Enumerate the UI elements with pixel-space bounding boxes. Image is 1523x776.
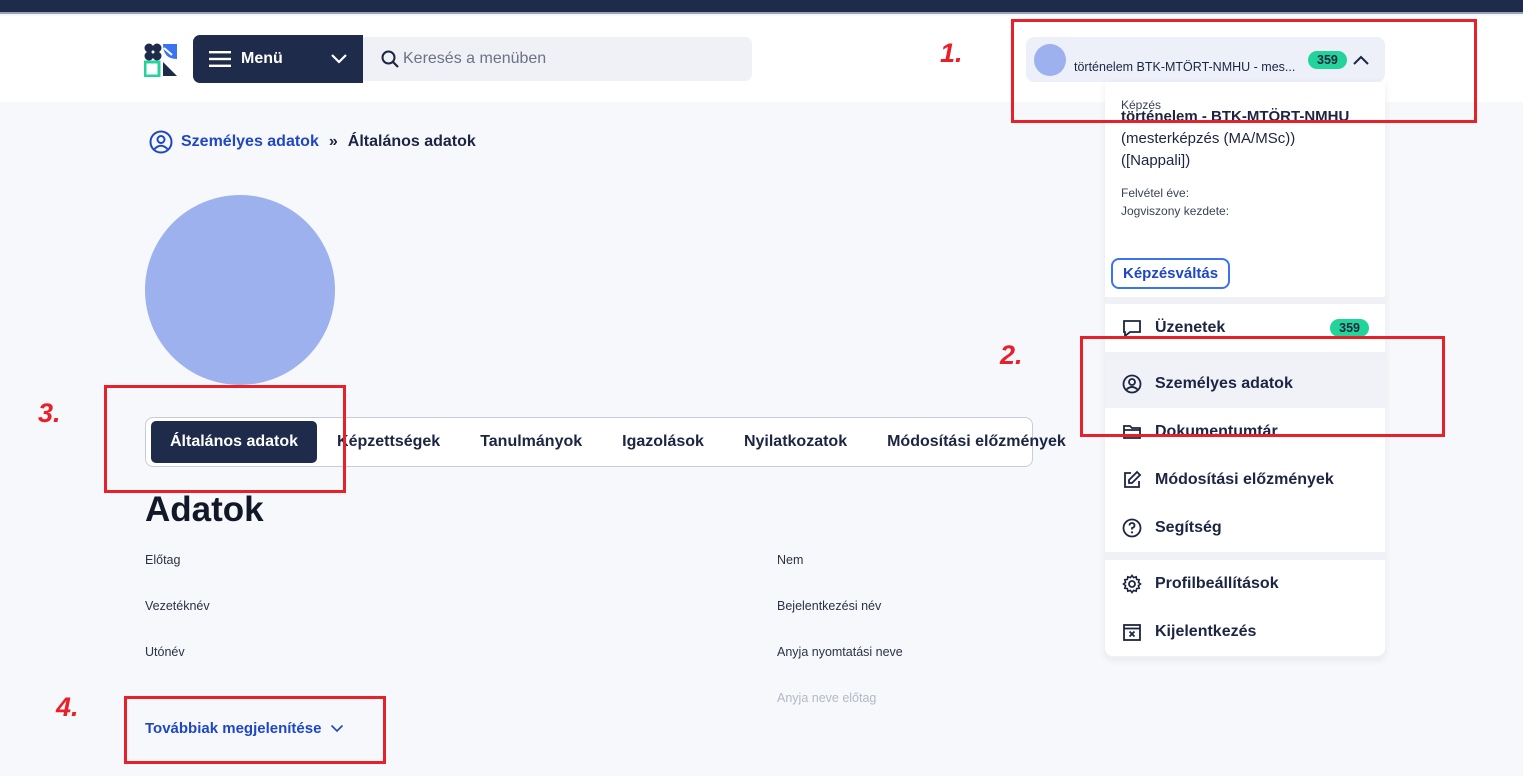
gear-icon: [1121, 573, 1143, 595]
annotation-number-3: 3.: [38, 398, 61, 428]
program-switch-button[interactable]: Képzésváltás: [1111, 258, 1231, 289]
logout-icon: [1121, 621, 1143, 643]
app-logo-icon[interactable]: [144, 43, 178, 77]
annotation-number-1: 1.: [940, 38, 963, 68]
annotation-box-1: [1011, 19, 1477, 123]
dropdown-item-label: Profilbeállítások: [1155, 575, 1279, 592]
edit-icon: [1121, 469, 1143, 491]
field-label-mother-print-name: Anyja nyomtatási neve: [777, 645, 903, 659]
tab-certificates[interactable]: Igazolások: [602, 421, 724, 463]
dropdown-item-label: Módosítási előzmények: [1155, 471, 1334, 488]
dropdown-item-label: Segítség: [1155, 519, 1222, 536]
dropdown-item-label: Üzenetek: [1155, 319, 1226, 336]
field-label-gender: Nem: [777, 553, 804, 567]
breadcrumb-current: Általános adatok: [347, 133, 476, 150]
user-circle-icon: [149, 130, 173, 154]
annotation-box-3: [104, 385, 346, 493]
section-title: Adatok: [145, 490, 264, 529]
dropdown-item-logout[interactable]: Kijelentkezés: [1105, 608, 1385, 656]
tab-change-history[interactable]: Módosítási előzmények: [867, 421, 1086, 463]
chevron-down-icon: [331, 54, 347, 64]
menu-button[interactable]: Menü: [193, 35, 363, 83]
field-label-prefix: Előtag: [145, 553, 181, 567]
hamburger-icon: [209, 51, 231, 67]
field-label-login-name: Bejelentkezési név: [777, 599, 882, 613]
profile-avatar: [145, 195, 335, 385]
window-top-strip: [0, 0, 1523, 14]
admission-year-label: Felvétel éve:: [1121, 186, 1190, 200]
tab-declarations[interactable]: Nyilatkozatok: [724, 421, 867, 463]
breadcrumb-separator: »: [328, 133, 338, 150]
search-icon: [381, 50, 399, 68]
menu-search: [363, 37, 752, 81]
menu-label: Menü: [241, 50, 283, 67]
annotation-number-4: 4.: [56, 692, 79, 722]
program-schedule: ([Nappali]): [1121, 152, 1191, 169]
dropdown-item-label: Kijelentkezés: [1155, 623, 1257, 640]
dropdown-item-profile-settings[interactable]: Profilbeállítások: [1105, 560, 1385, 608]
field-label-surname: Vezetéknév: [145, 599, 210, 613]
annotation-number-2: 2.: [1000, 340, 1023, 370]
enrollment-start-label: Jogviszony kezdete:: [1121, 204, 1230, 218]
program-level: (mesterképzés (MA/MSc)): [1121, 130, 1296, 147]
annotation-box-4: [124, 696, 386, 764]
breadcrumb: Személyes adatok » Általános adatok: [149, 130, 476, 154]
search-input[interactable]: [403, 50, 733, 68]
message-count-badge: 359: [1330, 319, 1369, 337]
dropdown-item-help[interactable]: Segítség: [1105, 504, 1385, 552]
field-label-mother-name-prefix: Anyja neve előtag: [777, 691, 877, 705]
tab-studies[interactable]: Tanulmányok: [460, 421, 602, 463]
dropdown-item-change-history[interactable]: Módosítási előzmények: [1105, 456, 1385, 504]
field-label-given-name: Utónév: [145, 645, 185, 659]
breadcrumb-link-personal-data[interactable]: Személyes adatok: [181, 133, 319, 151]
help-icon: [1121, 517, 1143, 539]
annotation-box-2: [1080, 336, 1445, 437]
